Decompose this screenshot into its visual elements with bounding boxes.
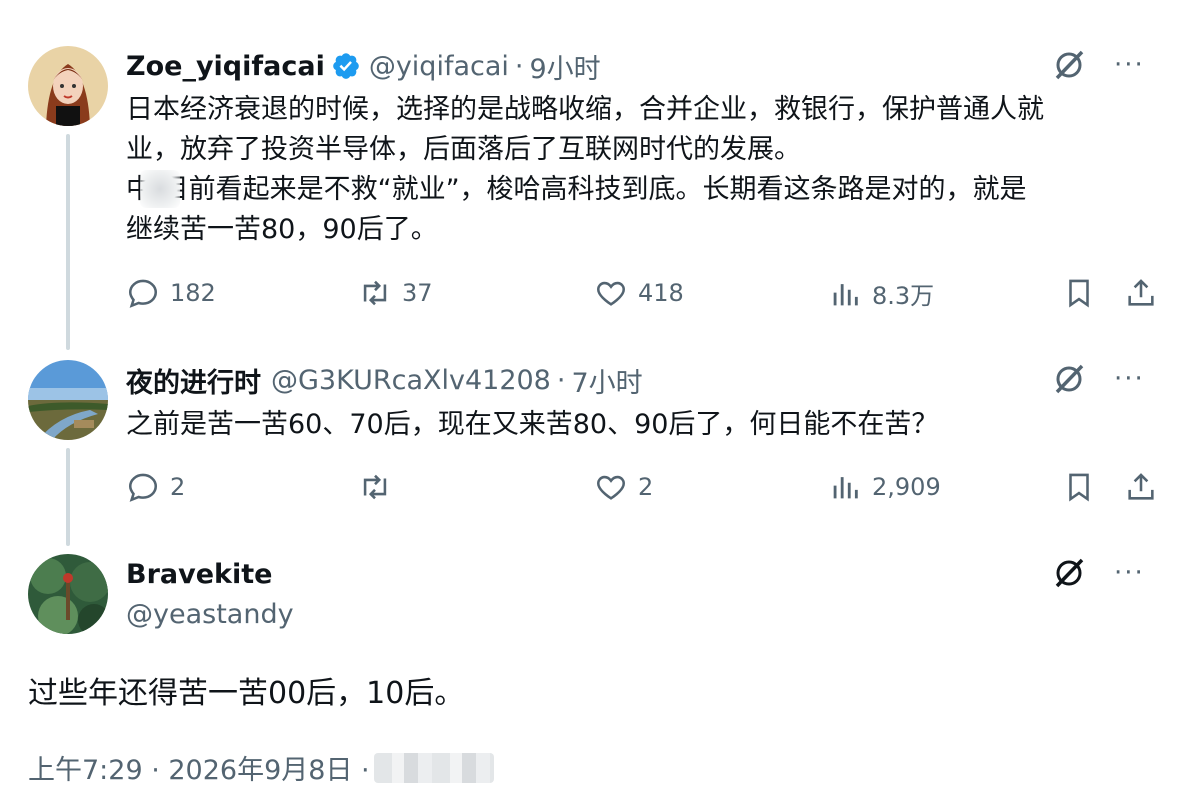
redaction-blur bbox=[373, 752, 494, 783]
share-icon bbox=[1128, 279, 1154, 306]
repost-icon bbox=[363, 474, 387, 500]
redaction-blur bbox=[140, 170, 180, 208]
tweet-actions: 2 2 2,909 bbox=[126, 470, 1160, 510]
display-name[interactable]: 夜的进行时 bbox=[126, 361, 261, 400]
separator-dot: · bbox=[514, 50, 524, 82]
timestamp[interactable]: 9小时 bbox=[529, 47, 600, 86]
tweet-text: 之前是苦一苦60、70后，现在又来苦80、90后了，何日能不在苦？ bbox=[126, 409, 939, 440]
tweet-top-icons: ··· bbox=[1052, 362, 1144, 396]
separator-dot: · bbox=[556, 364, 566, 396]
bookmark-icon bbox=[1069, 473, 1089, 502]
reply-icon bbox=[128, 279, 158, 308]
user-handle[interactable]: @yeastandy bbox=[126, 599, 294, 630]
reply-count: 182 bbox=[170, 279, 216, 307]
repost-count: 37 bbox=[402, 279, 433, 307]
tweet-actions: 182 37 418 8.3万 bbox=[126, 276, 1160, 316]
views-button[interactable]: 2,909 bbox=[828, 470, 941, 504]
avatar[interactable] bbox=[28, 554, 108, 634]
tweet-header: Zoe_yiqifacai @yiqifacai · 9小时 bbox=[126, 46, 601, 86]
bookmark-button[interactable] bbox=[1062, 470, 1096, 504]
views-icon bbox=[833, 283, 858, 305]
post-meta: 上午7:29 · 2026年9月8日 · bbox=[28, 748, 494, 787]
like-icon bbox=[597, 475, 625, 500]
view-count: 2,909 bbox=[872, 473, 941, 501]
view-count: 8.3万 bbox=[872, 282, 935, 310]
post-header: Bravekite bbox=[126, 554, 272, 594]
like-count: 2 bbox=[638, 473, 654, 501]
bookmark-icon bbox=[1069, 279, 1089, 308]
repost-icon bbox=[363, 280, 387, 306]
display-name[interactable]: Bravekite bbox=[126, 559, 272, 590]
thread-line bbox=[66, 134, 70, 350]
more-icon[interactable]: ··· bbox=[1114, 52, 1144, 78]
share-button[interactable] bbox=[1124, 276, 1158, 310]
post-text: 过些年还得苦一苦00后，10后。 bbox=[28, 676, 465, 711]
reply-icon bbox=[128, 473, 158, 502]
thread-line bbox=[66, 448, 70, 546]
tweet-header: 夜的进行时 @G3KURcaXlv41208 · 7小时 bbox=[126, 360, 643, 400]
tweet-top-icons: ··· bbox=[1052, 48, 1144, 82]
like-count: 418 bbox=[638, 279, 684, 307]
avatar[interactable] bbox=[28, 46, 108, 126]
grok-icon[interactable] bbox=[1052, 556, 1086, 590]
share-icon bbox=[1128, 473, 1154, 500]
like-icon bbox=[597, 281, 625, 306]
reply-count: 2 bbox=[170, 473, 186, 501]
display-name[interactable]: Zoe_yiqifacai bbox=[126, 51, 325, 82]
reply-button[interactable]: 2 bbox=[126, 470, 185, 504]
more-icon[interactable]: ··· bbox=[1114, 366, 1144, 392]
post-top-icons: ··· bbox=[1052, 556, 1144, 590]
verified-badge-icon bbox=[333, 53, 359, 79]
bookmark-button[interactable] bbox=[1062, 276, 1096, 310]
like-button[interactable]: 2 bbox=[594, 470, 653, 504]
share-button[interactable] bbox=[1124, 470, 1158, 504]
post-handle-row: @yeastandy bbox=[126, 594, 294, 634]
post-timestamp[interactable]: 上午7:29 · 2026年9月8日 · bbox=[28, 748, 370, 787]
views-icon bbox=[833, 477, 858, 499]
like-button[interactable]: 418 bbox=[594, 276, 684, 310]
timestamp[interactable]: 7小时 bbox=[571, 361, 642, 400]
more-icon[interactable]: ··· bbox=[1114, 560, 1144, 586]
views-button[interactable]: 8.3万 bbox=[828, 276, 934, 311]
grok-icon[interactable] bbox=[1052, 48, 1086, 82]
repost-button[interactable] bbox=[358, 470, 402, 504]
tweet-text: 日本经济衰退的时候，选择的是战略收缩，合并企业，救银行，保护普通人就 业，放弃了… bbox=[126, 94, 1044, 245]
user-handle[interactable]: @G3KURcaXlv41208 bbox=[271, 365, 551, 396]
user-handle[interactable]: @yiqifacai bbox=[369, 51, 509, 82]
repost-button[interactable]: 37 bbox=[358, 276, 433, 310]
reply-button[interactable]: 182 bbox=[126, 276, 216, 310]
avatar[interactable] bbox=[28, 360, 108, 440]
grok-icon[interactable] bbox=[1052, 362, 1086, 396]
